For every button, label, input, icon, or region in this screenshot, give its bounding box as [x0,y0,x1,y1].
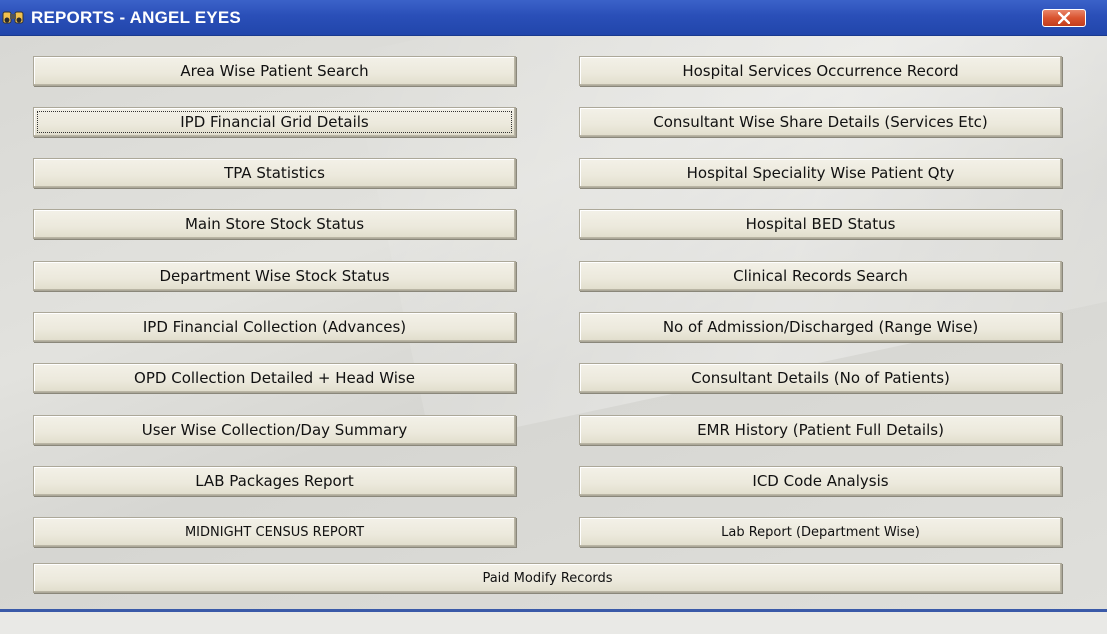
hospital-bed-status-button[interactable]: Hospital BED Status [579,209,1062,239]
desktop-strip [0,612,1107,634]
main-store-stock-status-button[interactable]: Main Store Stock Status [33,209,516,239]
close-button[interactable] [1042,9,1086,27]
consultant-details-button[interactable]: Consultant Details (No of Patients) [579,363,1062,393]
reports-window: REPORTS - ANGEL EYES Area Wise Patient S… [0,0,1107,612]
binoculars-icon [2,10,26,26]
ipd-financial-collection-button[interactable]: IPD Financial Collection (Advances) [33,312,516,342]
reports-panel: Area Wise Patient Search IPD Financial G… [0,36,1107,609]
close-icon [1058,12,1070,24]
opd-collection-detailed-button[interactable]: OPD Collection Detailed + Head Wise [33,363,516,393]
hospital-services-occurrence-button[interactable]: Hospital Services Occurrence Record [579,56,1062,86]
window-title: REPORTS - ANGEL EYES [31,8,241,27]
no-of-admission-discharged-button[interactable]: No of Admission/Discharged (Range Wise) [579,312,1062,342]
clinical-records-search-button[interactable]: Clinical Records Search [579,261,1062,291]
department-wise-stock-status-button[interactable]: Department Wise Stock Status [33,261,516,291]
area-wise-patient-search-button[interactable]: Area Wise Patient Search [33,56,516,86]
icd-code-analysis-button[interactable]: ICD Code Analysis [579,466,1062,496]
hospital-speciality-wise-button[interactable]: Hospital Speciality Wise Patient Qty [579,158,1062,188]
emr-history-button[interactable]: EMR History (Patient Full Details) [579,415,1062,445]
consultant-wise-share-button[interactable]: Consultant Wise Share Details (Services … [579,107,1062,137]
tpa-statistics-button[interactable]: TPA Statistics [33,158,516,188]
user-wise-collection-button[interactable]: User Wise Collection/Day Summary [33,415,516,445]
midnight-census-report-button[interactable]: MIDNIGHT CENSUS REPORT [33,517,516,547]
ipd-financial-grid-details-button[interactable]: IPD Financial Grid Details [33,107,516,137]
title-bar[interactable]: REPORTS - ANGEL EYES [0,0,1107,36]
paid-modify-records-button[interactable]: Paid Modify Records [33,563,1062,593]
lab-report-department-wise-button[interactable]: Lab Report (Department Wise) [579,517,1062,547]
lab-packages-report-button[interactable]: LAB Packages Report [33,466,516,496]
